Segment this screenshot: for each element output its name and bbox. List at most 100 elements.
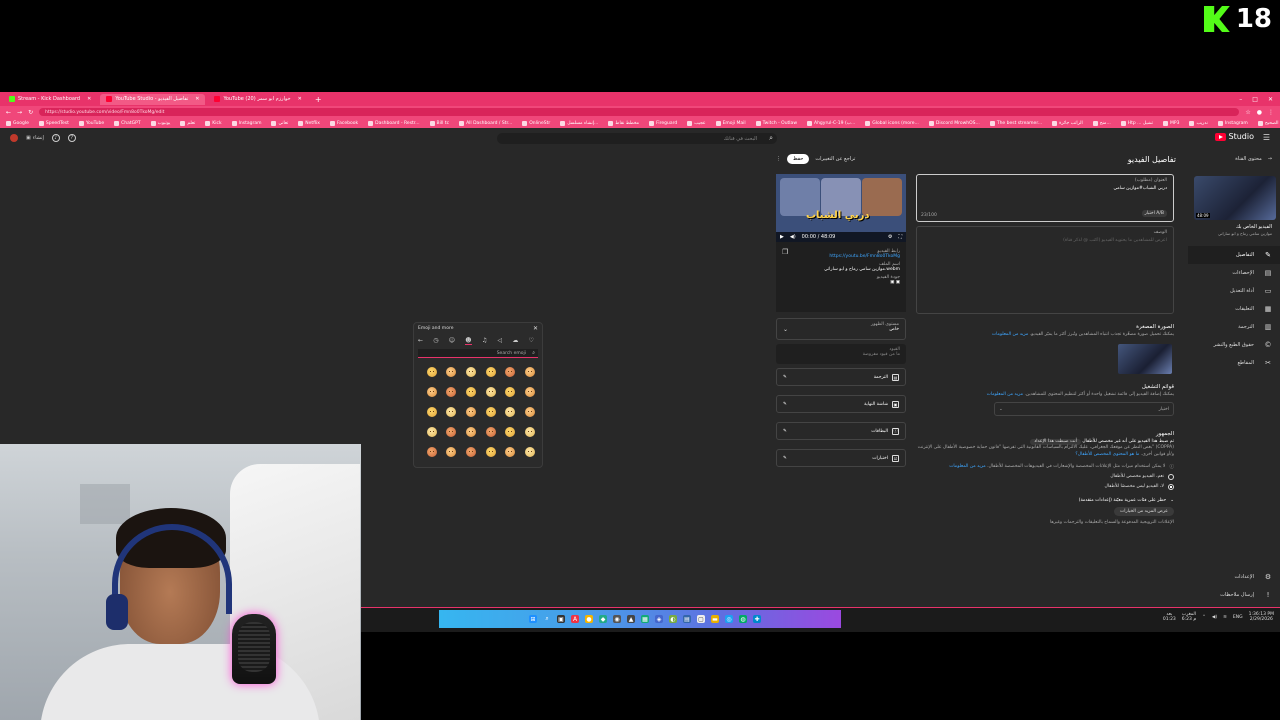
emoji-category-tab[interactable]: ☁: [512, 337, 518, 345]
bookmark-item[interactable]: Dashboard - Restr...: [368, 120, 420, 126]
emoji-item[interactable]: [466, 447, 477, 457]
edit-pencil-icon[interactable]: ✎: [783, 456, 787, 461]
undo-changes-button[interactable]: تراجع عن التغييرات: [815, 156, 855, 162]
bookmark-item[interactable]: OnlineStr: [522, 120, 550, 126]
show-more-button[interactable]: عرض المزيد من الخيارات: [1114, 506, 1174, 516]
title-field[interactable]: العنوان (مطلوب) دربي الشباب#موازين سامي …: [916, 174, 1174, 222]
emoji-item[interactable]: [505, 447, 516, 457]
hamburger-menu-icon[interactable]: ☰: [1263, 133, 1270, 142]
settings-gear-icon[interactable]: ⚙: [888, 234, 892, 240]
emoji-item[interactable]: [426, 427, 437, 437]
notifications-bell-icon[interactable]: ♪: [51, 134, 60, 142]
bookmark-star-icon[interactable]: ☆: [1245, 109, 1250, 116]
close-icon[interactable]: ✕: [533, 325, 538, 332]
emoji-item[interactable]: [466, 387, 477, 397]
emoji-item[interactable]: [446, 407, 457, 417]
bookmark-item[interactable]: Facebook: [329, 120, 358, 126]
bookmark-item[interactable]: Fireguard: [649, 120, 677, 126]
app-icon[interactable]: ◉: [613, 615, 621, 623]
bookmark-item[interactable]: ChatGPT: [114, 120, 141, 126]
video-action-row[interactable]: ✎ شاشة النهاية ▣: [776, 395, 906, 413]
tab-youtube-studio[interactable]: YouTube Studio - تفاصيل الفيديو ✕: [100, 93, 206, 105]
tab-youtube[interactable]: YouTube (20) خوارزم ابو سمر ✕: [208, 94, 307, 105]
emoji-category-tab[interactable]: ◷: [433, 337, 438, 345]
sidebar-item[interactable]: أداة التعديل ▭: [1188, 282, 1280, 300]
tab-kick[interactable]: Stream - Kick Dashboard ✕: [3, 94, 97, 105]
bookmark-item[interactable]: Emoji Mail: [715, 120, 746, 126]
emoji-item[interactable]: [525, 367, 536, 377]
emoji-category-tab[interactable]: ♡: [529, 337, 534, 345]
play-icon[interactable]: ▶: [780, 234, 784, 240]
bookmark-item[interactable]: The best streamer...: [989, 120, 1042, 126]
new-tab-button[interactable]: +: [311, 95, 326, 104]
chrome-icon[interactable]: ◍: [739, 615, 747, 623]
sidebar-item[interactable]: الإحصاءات ▤: [1188, 264, 1280, 282]
emoji-search-input[interactable]: Search emoji ⌕: [418, 349, 538, 358]
bookmark-item[interactable]: Global icons (more...: [865, 120, 919, 126]
back-arrow-icon[interactable]: ←: [6, 109, 11, 116]
bookmark-item[interactable]: Instagram: [231, 120, 261, 126]
reload-icon[interactable]: ↻: [28, 109, 33, 116]
emoji-item[interactable]: [485, 407, 496, 417]
app-icon[interactable]: ▲: [627, 615, 635, 623]
sidebar-item[interactable]: حقوق الطبع والنشر ©: [1188, 336, 1280, 354]
emoji-category-tab[interactable]: ☻: [465, 337, 472, 345]
back-to-content-link[interactable]: محتوى القناة →: [1188, 148, 1280, 166]
bookmark-item[interactable]: Bill tc: [429, 120, 449, 126]
ab-test-button[interactable]: اختبار A/B: [1141, 210, 1167, 217]
emoji-item[interactable]: [446, 367, 457, 377]
app-icon[interactable]: ◆: [599, 615, 607, 623]
url-input[interactable]: https://studio.youtube.com/video/Fmn8o0T…: [39, 108, 1240, 116]
emoji-category-tab[interactable]: ◁: [497, 337, 502, 345]
bookmark-item[interactable]: Twitch - Outlaw: [755, 120, 797, 126]
tab-close-icon[interactable]: ✕: [87, 96, 91, 102]
emoji-item[interactable]: [446, 447, 457, 457]
sidebar-item[interactable]: التعليقات ▦: [1188, 300, 1280, 318]
sidebar-item[interactable]: الترجمة ▥: [1188, 318, 1280, 336]
app-icon[interactable]: A: [571, 615, 579, 623]
emoji-item[interactable]: [525, 387, 536, 397]
emoji-item[interactable]: [505, 387, 516, 397]
save-button[interactable]: حفظ: [787, 154, 810, 164]
video-action-row[interactable]: ✎ اختبارات ☑: [776, 449, 906, 467]
learn-more-link[interactable]: مزيد من المعلومات: [987, 392, 1023, 397]
browser-menu-icon[interactable]: ⋮: [1268, 109, 1274, 116]
bookmark-item[interactable]: ندريب: [1189, 120, 1208, 126]
emoji-item[interactable]: [485, 387, 496, 397]
edit-pencil-icon[interactable]: ✎: [783, 402, 787, 407]
copy-icon[interactable]: ❐: [782, 248, 788, 256]
bookmark-item[interactable]: Discord MrowhOS...: [928, 120, 980, 126]
bookmark-item[interactable]: Netflix: [298, 120, 320, 126]
sidebar-item[interactable]: التفاصيل ✎: [1188, 246, 1280, 264]
emoji-item[interactable]: [485, 447, 496, 457]
emoji-item[interactable]: [446, 427, 457, 437]
bookmark-item[interactable]: مخطط نقاط: [608, 120, 639, 126]
help-icon[interactable]: ?: [67, 134, 76, 142]
made-for-kids-link[interactable]: ما هو المحتوى المخصص للأطفال؟: [1075, 452, 1139, 457]
edit-pencil-icon[interactable]: ✎: [783, 375, 787, 380]
speaker-icon[interactable]: ◀): [1212, 615, 1217, 620]
video-preview[interactable]: دربي الشباب ▶ ◀) 00:00 / 48:09 ⚙ ⛶: [776, 174, 906, 242]
folder-icon[interactable]: ▬: [711, 615, 719, 623]
bookmark-item[interactable]: الراتب جائزة: [1052, 120, 1083, 126]
edit-pencil-icon[interactable]: ✎: [783, 429, 787, 434]
emoji-item[interactable]: [485, 367, 496, 377]
lang-indicator[interactable]: ENG: [1233, 615, 1243, 620]
video-action-row[interactable]: ✎ البطاقات ⓘ: [776, 422, 906, 440]
app-icon[interactable]: ▤: [683, 615, 691, 623]
bookmark-item[interactable]: Htp ... تشيل: [1120, 120, 1153, 126]
video-action-row[interactable]: ✎ الترجمة ▤: [776, 368, 906, 386]
radio-made-for-kids[interactable]: نعم، الفيديو مخصص للأطفال: [916, 473, 1174, 480]
bookmark-item[interactable]: Instagram: [1217, 120, 1248, 126]
sidebar-item[interactable]: الإعدادات ⚙: [1188, 568, 1280, 586]
app-icon[interactable]: ●: [585, 615, 593, 623]
emoji-item[interactable]: [525, 427, 536, 437]
wifi-icon[interactable]: ≋: [1223, 615, 1227, 620]
emoji-item[interactable]: [485, 427, 496, 437]
description-field[interactable]: الوصف اعرض للمشاهدين ما يحتويه الفيديو (…: [916, 226, 1174, 314]
profile-icon[interactable]: ●: [1257, 109, 1262, 116]
video-link[interactable]: https://youtu.be/Fmn8o0TkoMg: [782, 254, 900, 259]
emoji-item[interactable]: [426, 367, 437, 377]
start-icon[interactable]: ⊞: [529, 615, 537, 623]
bookmark-item[interactable]: تعاني: [271, 120, 288, 126]
